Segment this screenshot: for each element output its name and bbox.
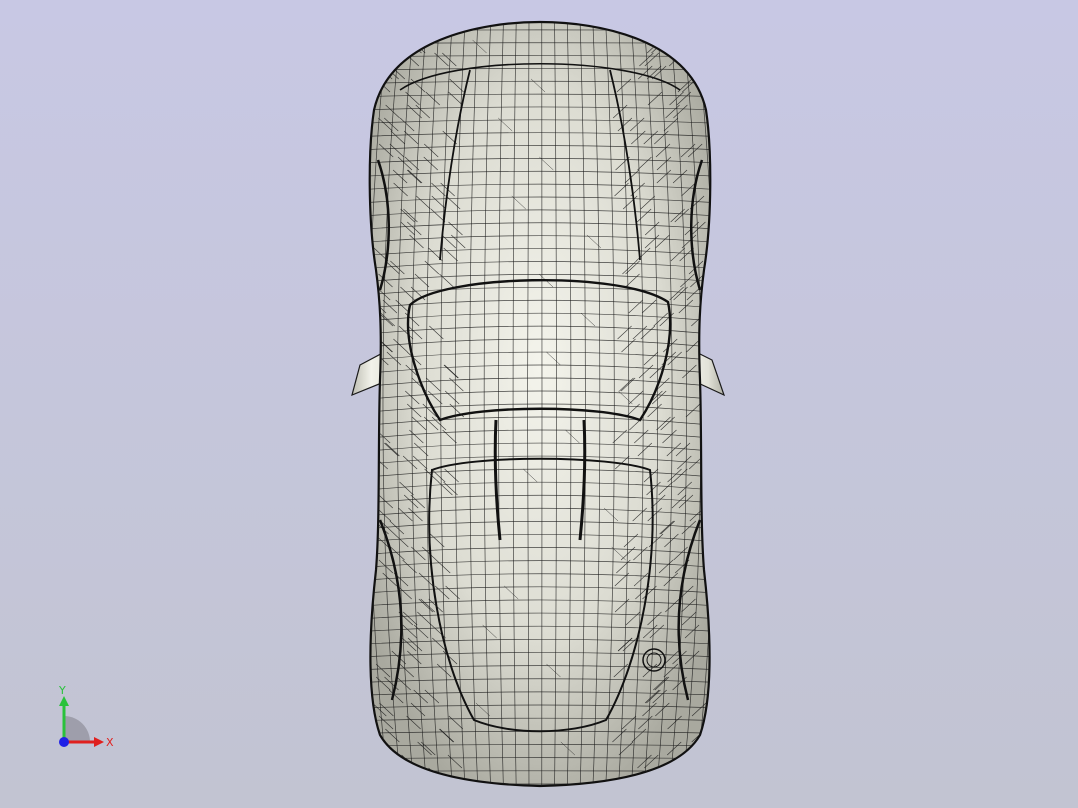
triad-sector xyxy=(64,716,90,742)
x-axis-label: X xyxy=(106,736,114,749)
axis-triad[interactable]: Y X xyxy=(48,684,124,754)
y-axis-arrow xyxy=(59,696,69,706)
y-axis-label: Y xyxy=(58,684,66,697)
z-axis-dot xyxy=(59,737,69,747)
x-axis-arrow xyxy=(94,737,104,747)
model-canvas[interactable] xyxy=(0,0,1078,808)
car-model[interactable] xyxy=(351,20,726,790)
3d-viewport[interactable]: Y X xyxy=(0,0,1078,808)
